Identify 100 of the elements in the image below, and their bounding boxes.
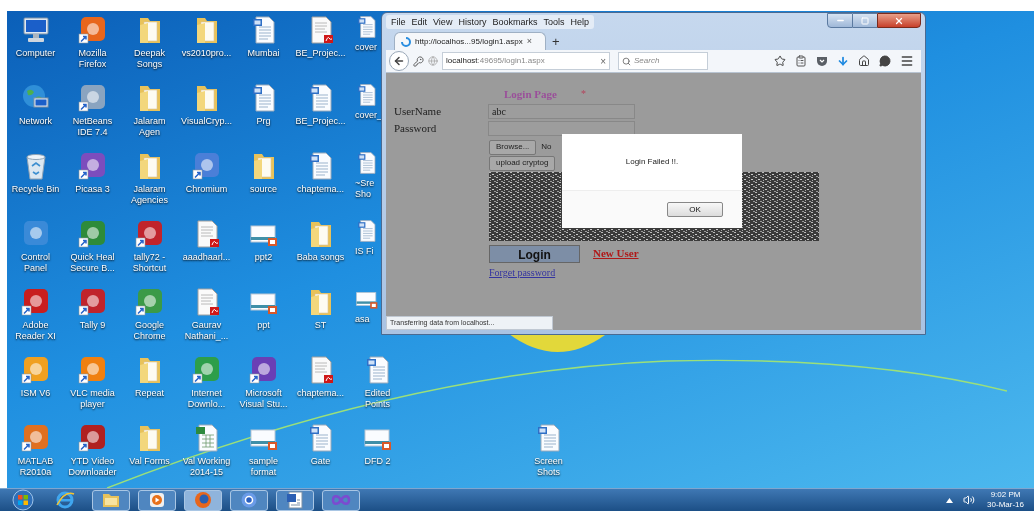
maximize-button[interactable] <box>853 13 877 28</box>
text-input[interactable]: abc <box>488 103 635 119</box>
desktop-icon-label[interactable]: MATLAB R2010a <box>17 456 54 478</box>
desktop-icon-label[interactable]: Screen Shots <box>534 456 563 478</box>
taskbar-button[interactable] <box>92 489 130 511</box>
menu-icon[interactable] <box>900 54 914 68</box>
desktop-icon-label[interactable]: Tally 9 <box>79 320 106 331</box>
desktop-icon-label[interactable]: Mozilla Firefox <box>78 48 107 70</box>
desktop-icon-label[interactable]: IS Fi <box>355 246 374 257</box>
new-tab-button[interactable]: + <box>552 34 560 50</box>
key-icon <box>413 55 424 67</box>
desktop-icon-label[interactable]: Picasa 3 <box>75 184 110 195</box>
desktop-icon-label[interactable]: ISM V6 <box>20 388 51 399</box>
desktop-icon-label[interactable]: ~Sre Sho <box>355 178 375 200</box>
desktop-icon-label[interactable]: Val Forms <box>129 456 170 467</box>
desktop-icon-label[interactable]: Network <box>19 116 52 127</box>
search-field[interactable]: Search <box>618 52 708 70</box>
document-icon <box>355 15 379 39</box>
desktop-icon-label[interactable]: Internet Downlo... <box>187 388 226 410</box>
desktop-icon-label[interactable]: aaadhaarl... <box>182 252 231 263</box>
clock[interactable]: 9:02 PM 30-Mar-16 <box>985 490 1026 510</box>
desktop-icon-label[interactable]: BE_Projec... <box>295 48 346 59</box>
desktop-icon-label[interactable]: Chromium <box>185 184 228 195</box>
desktop-icon-label[interactable]: chaptema... <box>297 184 344 195</box>
address-field[interactable]: localhost:49695/login1.aspx × <box>442 52 610 70</box>
desktop-icon-label[interactable]: VLC media player <box>70 388 115 410</box>
desktop-icon-label[interactable]: tally72 - Shortcut <box>132 252 167 274</box>
menu-item[interactable]: Tools <box>540 15 568 29</box>
desktop-icon-label[interactable]: cover_ <box>355 110 382 121</box>
desktop-icon-label[interactable]: Prg <box>256 116 271 127</box>
desktop-icon-label[interactable]: source <box>250 184 277 195</box>
start-orb-icon <box>12 489 34 511</box>
desktop-icon-label[interactable]: Recycle Bin <box>11 184 60 195</box>
menu-item[interactable]: Edit <box>408 15 431 29</box>
menu-item[interactable]: Help <box>567 15 592 29</box>
show-hidden-icons-icon[interactable] <box>946 497 954 503</box>
taskbar-button[interactable] <box>322 489 360 511</box>
desktop-icon-label[interactable]: ST <box>314 320 327 331</box>
taskbar-button[interactable] <box>276 489 314 511</box>
desktop-icon-label[interactable]: Adobe Reader XI <box>15 320 56 342</box>
field-label: Password <box>394 120 438 136</box>
desktop-icon-label[interactable]: sample format <box>249 456 278 478</box>
download-icon[interactable] <box>837 55 849 67</box>
desktop-icon-label[interactable]: VisualCryp... <box>181 116 232 127</box>
desktop-icon-label[interactable]: Computer <box>15 48 56 59</box>
desktop-icon-label[interactable]: ppt2 <box>254 252 273 263</box>
desktop-icon-label[interactable]: Edited Points <box>364 388 391 410</box>
new-user-link[interactable]: New User <box>593 245 639 262</box>
taskbar-button[interactable] <box>230 489 268 511</box>
ok-button[interactable]: OK <box>667 202 723 217</box>
desktop-icon-label[interactable]: DFD 2 <box>364 456 391 467</box>
clear-url-button[interactable]: × <box>600 53 606 69</box>
back-button[interactable] <box>389 51 409 71</box>
clipboard-icon[interactable] <box>795 55 807 67</box>
desktop-icon-label[interactable]: Jalaram Agen <box>133 116 166 138</box>
desktop-icon-label[interactable]: Control Panel <box>21 252 50 274</box>
desktop-icon-label[interactable]: chaptema... <box>297 388 344 399</box>
taskbar-button[interactable] <box>138 489 176 511</box>
menu-item[interactable]: View <box>430 15 456 29</box>
tab-close-button[interactable]: × <box>526 34 532 49</box>
desktop-icon-label[interactable]: Google Chrome <box>133 320 166 342</box>
ring-logo-icon <box>240 491 258 509</box>
taskbar-button[interactable] <box>184 489 222 511</box>
desktop-icon-label[interactable]: Quick Heal Secure B... <box>70 252 115 274</box>
close-button[interactable] <box>877 13 921 28</box>
desktop-icon-label[interactable]: ppt <box>257 320 270 331</box>
login-button[interactable]: Login <box>489 244 580 263</box>
browse-button[interactable]: Browse... <box>489 139 537 155</box>
home-icon[interactable] <box>858 55 870 67</box>
speaker-icon[interactable] <box>963 494 976 506</box>
menu-item[interactable]: File <box>388 15 409 29</box>
desktop-icon-label[interactable]: YTD Video Downloader <box>68 456 117 478</box>
desktop-icon-label[interactable]: Gaurav Nathani_... <box>184 320 229 342</box>
desktop-icon-label[interactable]: Mumbai <box>247 48 280 59</box>
letter-e-icon <box>55 490 75 510</box>
desktop-icon-label[interactable]: Microsoft Visual Stu... <box>239 388 288 410</box>
pouch-icon[interactable] <box>816 55 828 67</box>
text-input[interactable] <box>488 120 635 136</box>
desktop-icon-label[interactable]: BE_Projec... <box>295 116 346 127</box>
desktop-icon-label[interactable]: Gate <box>310 456 331 467</box>
browser-tab[interactable]: http://localhos...95/login1.aspx × <box>394 32 546 50</box>
star-icon[interactable] <box>774 55 786 67</box>
menu-item[interactable]: Bookmarks <box>489 15 541 29</box>
desktop-icon-label[interactable]: NetBeans IDE 7.4 <box>72 116 113 138</box>
dialog-message: Login Failed !!. <box>625 156 679 168</box>
menu-item[interactable]: History <box>455 15 490 29</box>
desktop-icon-label[interactable]: cover <box>355 42 377 53</box>
fox-globe-icon <box>193 490 213 510</box>
upload-button[interactable]: upload cryptog <box>489 155 556 171</box>
chat-bubble-icon[interactable] <box>879 55 891 67</box>
clock-date: 30-Mar-16 <box>987 500 1024 510</box>
desktop-icon-label[interactable]: vs2010pro... <box>181 48 232 59</box>
desktop-icon-label[interactable]: Baba songs <box>296 252 345 263</box>
desktop-icon-label[interactable]: asa <box>355 314 370 325</box>
forget-password-link[interactable]: Forget password <box>489 264 556 280</box>
desktop-icon-label[interactable]: Repeat <box>135 388 164 399</box>
minimize-button[interactable] <box>827 13 853 28</box>
desktop-icon-label[interactable]: Deepak Songs <box>134 48 165 70</box>
desktop-icon-label[interactable]: Val Working 2014-15 <box>182 456 231 478</box>
desktop-icon-label[interactable]: Jalaram Agencies <box>131 184 168 206</box>
